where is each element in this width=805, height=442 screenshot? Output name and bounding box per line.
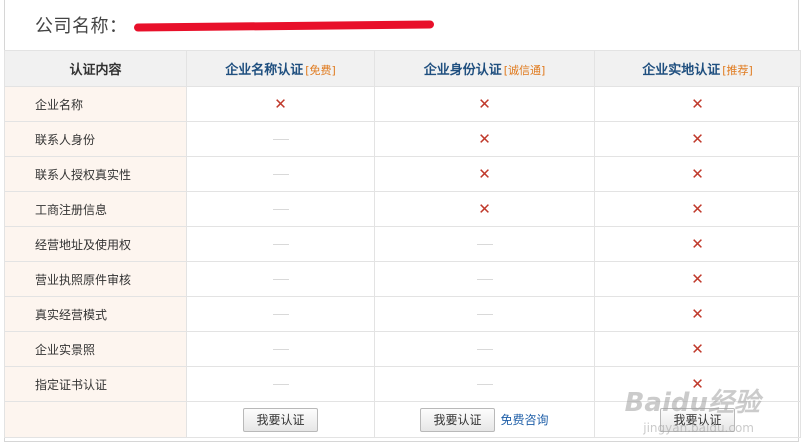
apply-name-cert-button[interactable]: 我要认证 [243, 407, 318, 432]
row-label: 企业实景照 [4, 331, 187, 367]
row-label: 营业执照原件审核 [4, 261, 187, 297]
status-cell: ✕ [374, 191, 595, 227]
dash-icon [272, 174, 289, 175]
status-cell: ✕ [374, 86, 595, 122]
dash-icon [272, 279, 289, 280]
status-cell [186, 191, 375, 227]
status-cell [374, 331, 595, 367]
table-row: 经营地址及使用权 ✕ [4, 226, 801, 262]
cross-icon: ✕ [691, 94, 704, 113]
status-cell [186, 226, 375, 262]
row-label: 指定证书认证 [4, 366, 187, 402]
cross-icon: ✕ [478, 199, 491, 218]
status-cell: ✕ [594, 121, 801, 157]
status-cell [186, 261, 375, 297]
cross-icon: ✕ [691, 339, 704, 358]
status-cell [374, 296, 595, 332]
status-cell [186, 296, 375, 332]
status-cell [186, 156, 375, 192]
watermark-logo: Baidu经验 [625, 382, 760, 419]
status-cell [374, 226, 595, 262]
dash-icon [272, 314, 289, 315]
watermark-url: jingyan.baidu.com [643, 421, 754, 435]
status-cell [374, 366, 595, 402]
status-cell [374, 261, 595, 297]
dash-icon [272, 209, 289, 210]
apply-identity-cert-button[interactable]: 我要认证 [420, 407, 495, 432]
dash-icon [272, 384, 289, 385]
watermark-text: Baidu经验 [624, 388, 760, 418]
header-identity-cert-title: 企业身份认证 [423, 63, 502, 78]
status-cell [186, 121, 375, 157]
table-header-row: 认证内容 企业名称认证 [免费] 企业身份认证 [诚信通] 企业实地认证 [推荐] [4, 50, 801, 87]
dash-icon [476, 279, 493, 280]
dash-icon [272, 244, 289, 245]
table-row: 企业名称 ✕ ✕ ✕ [4, 86, 801, 122]
header-identity-cert: 企业身份认证 [诚信通] [374, 50, 595, 87]
certification-panel: 公司名称： 认证内容 企业名称认证 [免费] 企业身份认证 [诚信通] 企业实地认证… [4, 0, 801, 442]
free-consult-link[interactable]: 免费咨询 [501, 413, 549, 427]
redacted-company-name [133, 20, 434, 32]
cross-icon: ✕ [691, 199, 704, 218]
status-cell: ✕ [594, 86, 801, 122]
table-row: 联系人授权真实性 ✕ ✕ [4, 156, 801, 192]
table-row: 真实经营模式 ✕ [4, 296, 801, 332]
header-onsite-cert-title: 企业实地认证 [642, 63, 721, 78]
row-label: 工商注册信息 [4, 191, 187, 227]
cross-icon: ✕ [691, 234, 704, 253]
cross-icon: ✕ [478, 129, 491, 148]
cross-icon: ✕ [691, 304, 704, 323]
cross-icon: ✕ [478, 94, 491, 113]
cross-icon: ✕ [478, 164, 491, 183]
table-row: 企业实景照 ✕ [4, 331, 801, 367]
dash-icon [476, 314, 493, 315]
row-label: 经营地址及使用权 [4, 226, 187, 262]
row-label: 真实经营模式 [4, 296, 187, 332]
status-cell: ✕ [374, 121, 595, 157]
actions-label-cell [4, 401, 187, 438]
status-cell: ✕ [594, 331, 801, 367]
header-name-cert-tag: [免费] [305, 64, 336, 77]
dash-icon [272, 349, 289, 350]
cross-icon: ✕ [691, 164, 704, 183]
status-cell: ✕ [374, 156, 595, 192]
status-cell: ✕ [186, 86, 375, 122]
header-onsite-cert-tag: [推荐] [722, 64, 753, 77]
header-identity-cert-tag: [诚信通] [503, 64, 546, 77]
dash-icon [476, 349, 493, 350]
header-name-cert: 企业名称认证 [免费] [186, 50, 375, 87]
company-name-bar: 公司名称： [5, 0, 798, 50]
dash-icon [272, 139, 289, 140]
dash-icon [476, 384, 493, 385]
status-cell: ✕ [594, 261, 801, 297]
certification-comparison-table: 认证内容 企业名称认证 [免费] 企业身份认证 [诚信通] 企业实地认证 [推荐] 企… [4, 50, 801, 438]
status-cell [186, 366, 375, 402]
status-cell: ✕ [594, 296, 801, 332]
status-cell: ✕ [594, 226, 801, 262]
company-name-label: 公司名称： [35, 16, 128, 37]
table-row: 工商注册信息 ✕ ✕ [4, 191, 801, 227]
dash-icon [476, 244, 493, 245]
row-label: 联系人身份 [4, 121, 187, 157]
header-name-cert-title: 企业名称认证 [225, 63, 304, 78]
cross-icon: ✕ [691, 129, 704, 148]
status-cell [186, 331, 375, 367]
header-cert-content: 认证内容 [4, 50, 187, 87]
action-cell: 我要认证 [186, 401, 375, 438]
cross-icon: ✕ [274, 94, 287, 113]
row-label: 联系人授权真实性 [4, 156, 187, 192]
status-cell: ✕ [594, 191, 801, 227]
row-label: 企业名称 [4, 86, 187, 122]
table-row: 联系人身份 ✕ ✕ [4, 121, 801, 157]
cross-icon: ✕ [691, 269, 704, 288]
table-row: 营业执照原件审核 ✕ [4, 261, 801, 297]
header-onsite-cert: 企业实地认证 [推荐] [594, 50, 801, 87]
status-cell: ✕ [594, 156, 801, 192]
action-cell: 我要认证 免费咨询 [374, 401, 595, 438]
